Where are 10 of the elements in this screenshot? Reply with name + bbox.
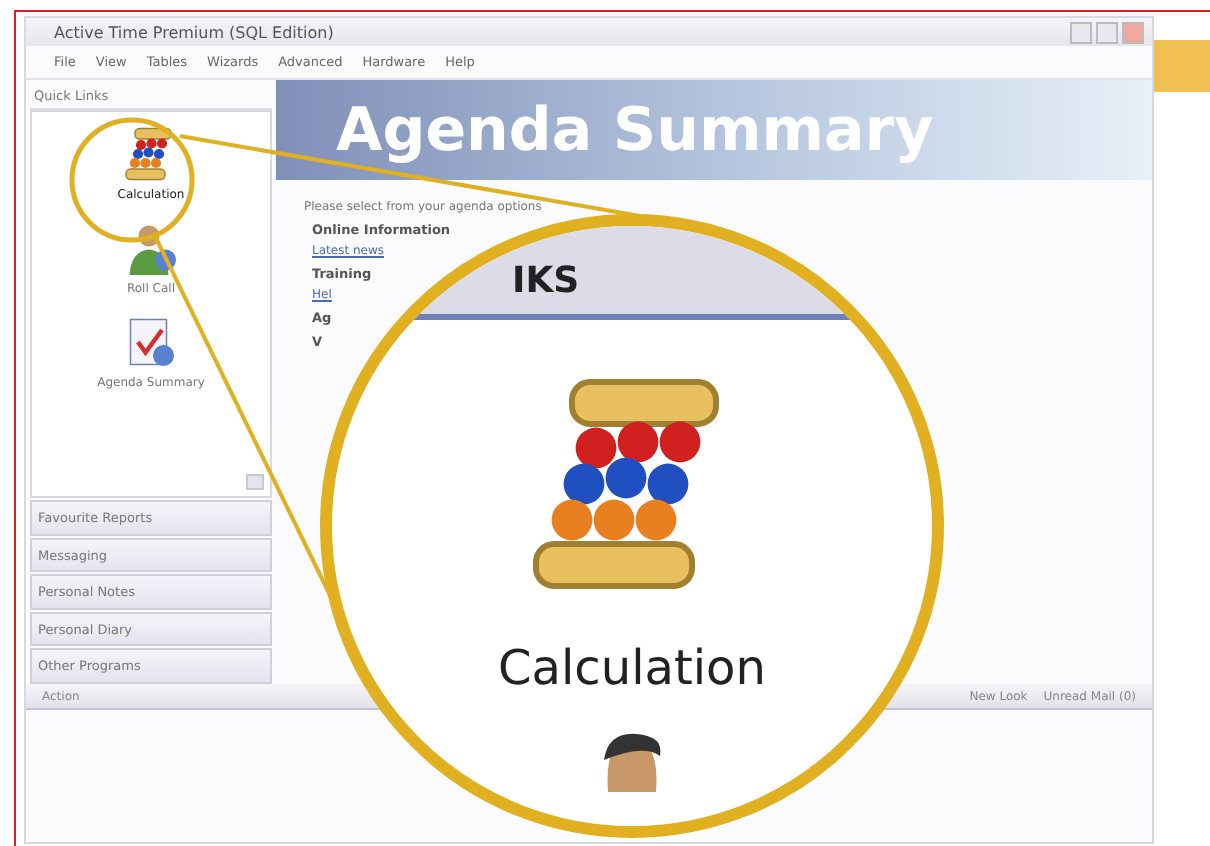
scroll-button[interactable]: [246, 474, 264, 491]
minimize-button[interactable]: [1070, 21, 1092, 43]
maximize-button[interactable]: [1096, 21, 1118, 43]
magnified-heading: IKS: [512, 260, 580, 302]
highlight-ring: [69, 117, 195, 243]
accent-bar: [1154, 40, 1210, 92]
magnified-label: Calculation: [498, 640, 766, 696]
window-title: Active Time Premium (SQL Edition): [54, 23, 334, 41]
close-button[interactable]: [1122, 21, 1144, 43]
banner-title: Agenda Summary: [276, 80, 1152, 180]
